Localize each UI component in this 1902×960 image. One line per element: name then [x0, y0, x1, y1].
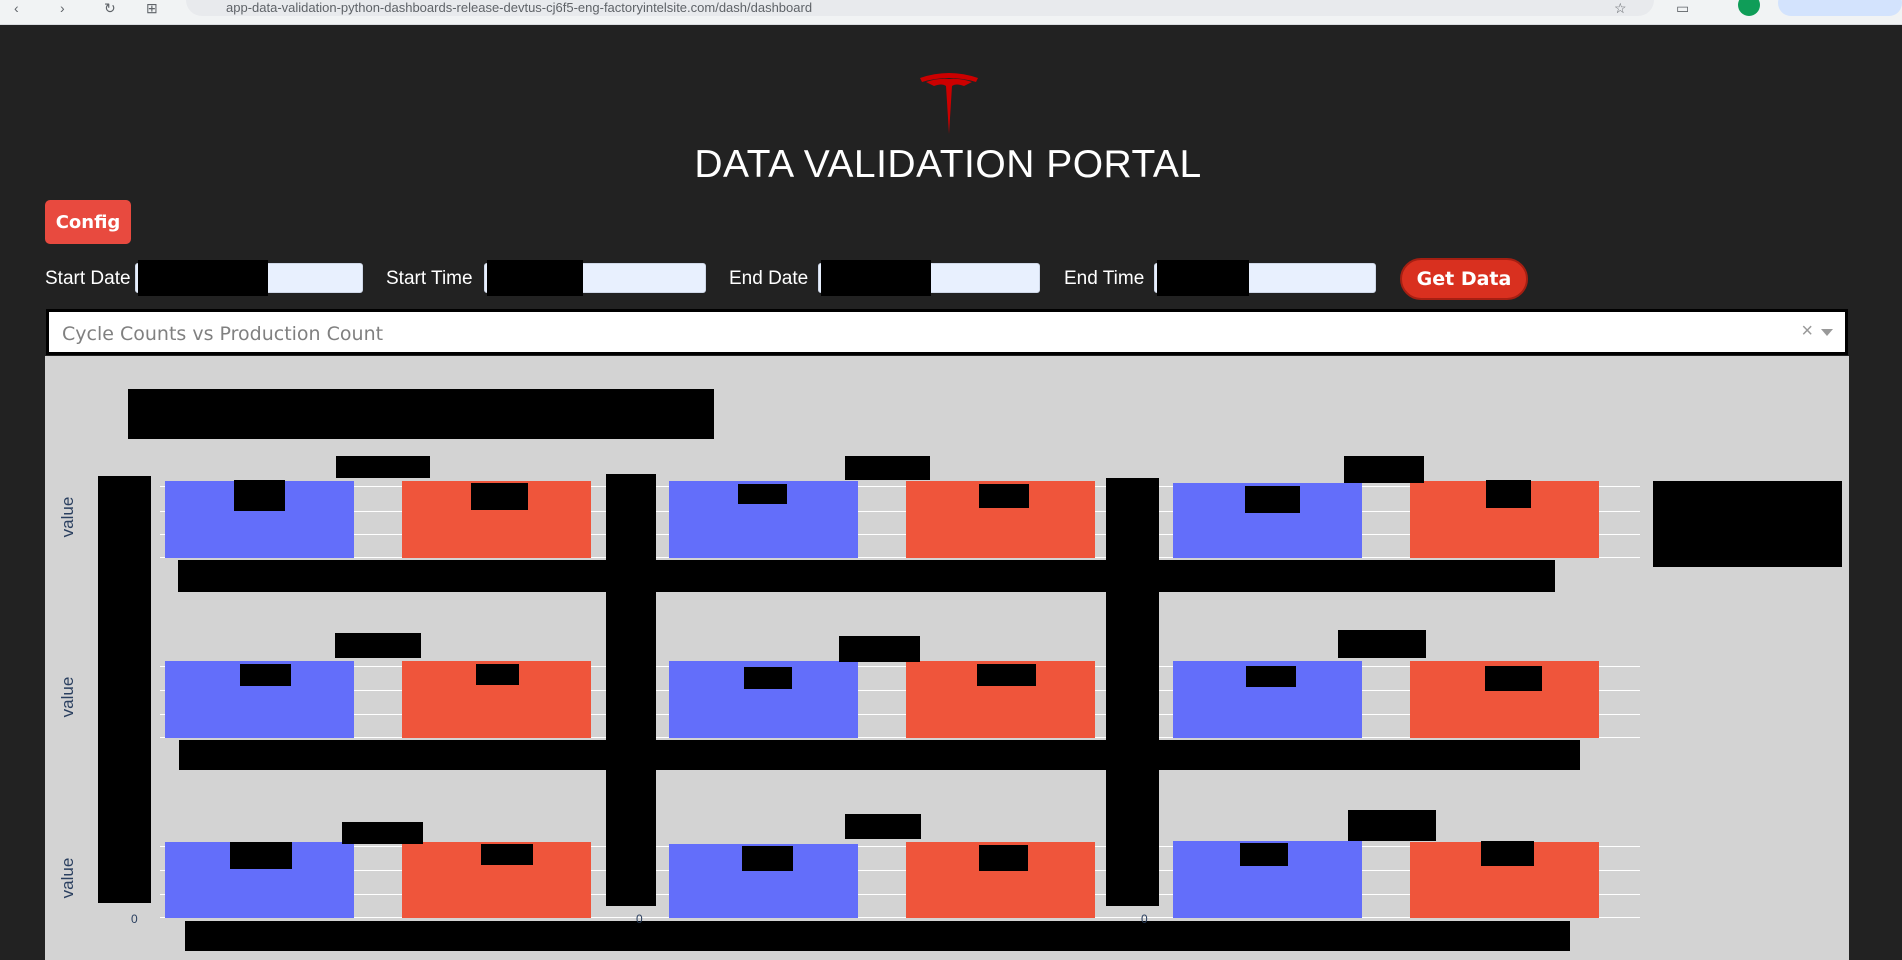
profile-avatar[interactable]: [1738, 0, 1760, 16]
y-axis-label-row3: value: [58, 857, 77, 899]
redacted-bar-label: [738, 484, 787, 504]
redacted-start-time: [487, 260, 583, 296]
redacted-x-labels-row2: [179, 740, 1580, 770]
redacted-legend: [1653, 481, 1842, 567]
browser-toolbar: ‹ › ↻ ⊞ app-data-validation-python-dashb…: [0, 0, 1902, 25]
redacted-bar-label: [471, 483, 528, 510]
redacted-bar-label: [977, 664, 1036, 686]
redacted-start-date: [138, 260, 268, 296]
url-text: app-data-validation-python-dashboards-re…: [226, 0, 813, 15]
redacted-facet-title: [845, 456, 930, 480]
profile-pill[interactable]: [1778, 0, 1902, 16]
redacted-y-ticks-col2: [606, 474, 656, 906]
redacted-facet-title: [845, 814, 921, 839]
redacted-bar-label: [744, 667, 792, 689]
chevron-down-icon[interactable]: [1821, 329, 1833, 336]
redacted-facet-title: [336, 456, 430, 478]
start-date-label: Start Date: [45, 268, 131, 289]
redacted-facet-title: [1348, 810, 1436, 841]
reload-icon[interactable]: ↻: [104, 0, 116, 17]
start-time-label: Start Time: [386, 268, 473, 289]
redacted-bar-label: [979, 845, 1028, 871]
metric-select-value: Cycle Counts vs Production Count: [62, 323, 384, 345]
forward-icon[interactable]: ›: [60, 0, 65, 16]
redacted-chart-title: [128, 389, 714, 439]
facet-bar-chart: value value value 0 0 0: [45, 356, 1849, 960]
redacted-bar-label: [481, 844, 533, 865]
redacted-bar-label: [1245, 486, 1300, 513]
redacted-x-labels-row1: [178, 560, 1555, 592]
redacted-facet-title: [335, 633, 421, 658]
config-button[interactable]: Config: [45, 200, 131, 244]
y-tick-zero: 0: [636, 912, 643, 926]
redacted-bar-label: [1486, 480, 1531, 508]
y-tick-zero: 0: [1141, 912, 1148, 926]
redacted-bar-label: [742, 846, 793, 871]
end-time-label: End Time: [1064, 268, 1145, 289]
redacted-bar-label: [240, 664, 291, 686]
bookmark-star-icon[interactable]: ☆: [1614, 0, 1627, 17]
redacted-bar-label: [979, 484, 1029, 508]
get-data-button[interactable]: Get Data: [1400, 258, 1528, 300]
redacted-bar-label: [230, 842, 292, 869]
end-date-label: End Date: [729, 268, 809, 289]
redacted-bar-label: [234, 480, 285, 511]
redacted-bar-label: [1246, 666, 1296, 687]
tab-search-icon[interactable]: ▭: [1676, 0, 1689, 17]
redacted-bar-label: [1481, 841, 1534, 866]
redacted-bar-label: [476, 664, 519, 685]
page-title: DATA VALIDATION PORTAL: [694, 143, 1202, 186]
redacted-y-ticks-col1: [98, 476, 151, 903]
clear-icon[interactable]: ×: [1801, 320, 1813, 343]
metric-select[interactable]: Cycle Counts vs Production Count ×: [46, 309, 1848, 355]
redacted-y-ticks-col3: [1106, 478, 1159, 906]
redacted-facet-title: [342, 822, 423, 844]
redacted-end-date: [821, 260, 931, 296]
address-bar[interactable]: app-data-validation-python-dashboards-re…: [186, 0, 1654, 16]
redacted-facet-title: [839, 636, 920, 662]
redacted-end-time: [1157, 260, 1249, 296]
redacted-facet-title: [1344, 456, 1424, 483]
y-axis-label-row1: value: [58, 496, 77, 538]
back-icon[interactable]: ‹: [14, 0, 19, 16]
tesla-logo-icon: [920, 73, 978, 134]
apps-icon[interactable]: ⊞: [146, 0, 158, 17]
redacted-bar-label: [1240, 843, 1288, 866]
y-axis-label-row2: value: [58, 676, 77, 718]
y-tick-zero: 0: [131, 912, 138, 926]
redacted-facet-title: [1338, 630, 1426, 658]
redacted-bar-label: [1485, 666, 1542, 691]
redacted-x-labels-row3: [185, 921, 1570, 951]
